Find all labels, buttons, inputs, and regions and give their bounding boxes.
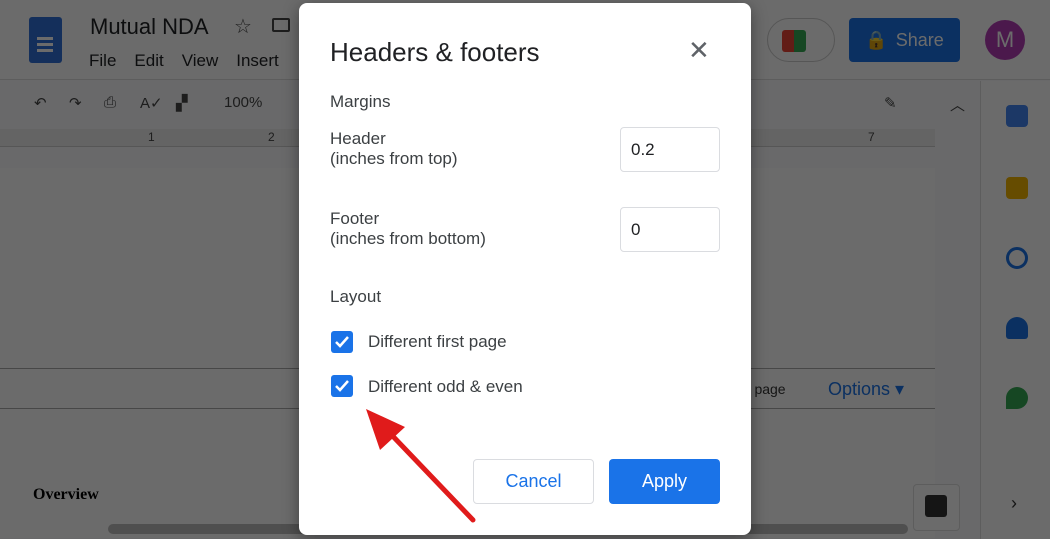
options-label: Options: [828, 379, 891, 399]
footer-sub-text: (inches from bottom): [330, 229, 486, 248]
header-label-text: Header: [330, 129, 386, 148]
check-icon: [335, 336, 349, 348]
contacts-icon[interactable]: [1006, 317, 1028, 339]
keep-icon[interactable]: [1006, 177, 1028, 199]
editing-mode-icon[interactable]: ✎: [884, 94, 897, 112]
check-icon: [335, 380, 349, 392]
tasks-icon[interactable]: [1006, 247, 1028, 269]
footer-label-text: Footer: [330, 209, 380, 228]
share-button[interactable]: 🔒 Share: [849, 18, 960, 62]
doc-heading: Overview: [33, 486, 99, 503]
different-odd-even-label[interactable]: Different odd & even: [368, 377, 523, 397]
different-odd-even-checkbox[interactable]: [331, 375, 353, 397]
print-icon[interactable]: ⎙: [104, 94, 116, 111]
undo-icon[interactable]: ↶: [34, 94, 47, 112]
close-icon[interactable]: ✕: [688, 37, 710, 63]
menu-file[interactable]: File: [89, 51, 116, 71]
zoom-select[interactable]: 100%: [224, 94, 262, 111]
meet-icon: [782, 30, 806, 52]
ruler-label: 1: [148, 130, 155, 144]
redo-icon[interactable]: ↷: [69, 94, 82, 112]
header-margin-input[interactable]: [620, 127, 720, 172]
sparkle-icon: [925, 495, 947, 517]
different-first-page-checkbox[interactable]: [331, 331, 353, 353]
share-label: Share: [895, 29, 944, 50]
headers-footers-dialog: Headers & footers ✕ Margins Header (inche…: [299, 3, 751, 535]
margins-heading: Margins: [330, 92, 391, 111]
apply-button[interactable]: Apply: [609, 459, 720, 504]
maps-icon[interactable]: [1006, 387, 1028, 409]
document-title[interactable]: Mutual NDA: [90, 14, 209, 40]
header-label: Header (inches from top): [330, 129, 458, 169]
meet-button[interactable]: [767, 18, 835, 62]
avatar[interactable]: M: [985, 20, 1025, 60]
footer-label: Footer (inches from bottom): [330, 209, 486, 249]
menu-bar: File Edit View Insert: [89, 51, 279, 71]
collapse-icon[interactable]: ︿: [950, 94, 965, 115]
header-sub-text: (inches from top): [330, 149, 458, 168]
cancel-button[interactable]: Cancel: [473, 459, 594, 504]
side-panel: ›: [980, 81, 1050, 539]
ruler-label: 2: [268, 130, 275, 144]
explore-button[interactable]: [913, 484, 960, 531]
paint-format-icon[interactable]: ▞: [176, 94, 188, 112]
lock-icon: 🔒: [865, 29, 888, 50]
docs-logo-icon[interactable]: [29, 17, 62, 63]
different-first-page-label[interactable]: Different first page: [368, 332, 507, 352]
ruler-label: 7: [868, 130, 875, 144]
move-folder-icon[interactable]: [272, 18, 290, 32]
expand-panel-icon[interactable]: ›: [1011, 493, 1017, 514]
dialog-title: Headers & footers: [330, 37, 540, 67]
star-icon[interactable]: ☆: [234, 14, 252, 39]
menu-edit[interactable]: Edit: [134, 51, 163, 71]
menu-insert[interactable]: Insert: [236, 51, 279, 71]
spellcheck-icon[interactable]: A✓: [140, 94, 163, 112]
calendar-icon[interactable]: [1006, 105, 1028, 127]
layout-heading: Layout: [330, 287, 382, 306]
footer-margin-input[interactable]: [620, 207, 720, 252]
menu-view[interactable]: View: [182, 51, 219, 71]
options-dropdown[interactable]: Options ▾: [828, 379, 904, 400]
